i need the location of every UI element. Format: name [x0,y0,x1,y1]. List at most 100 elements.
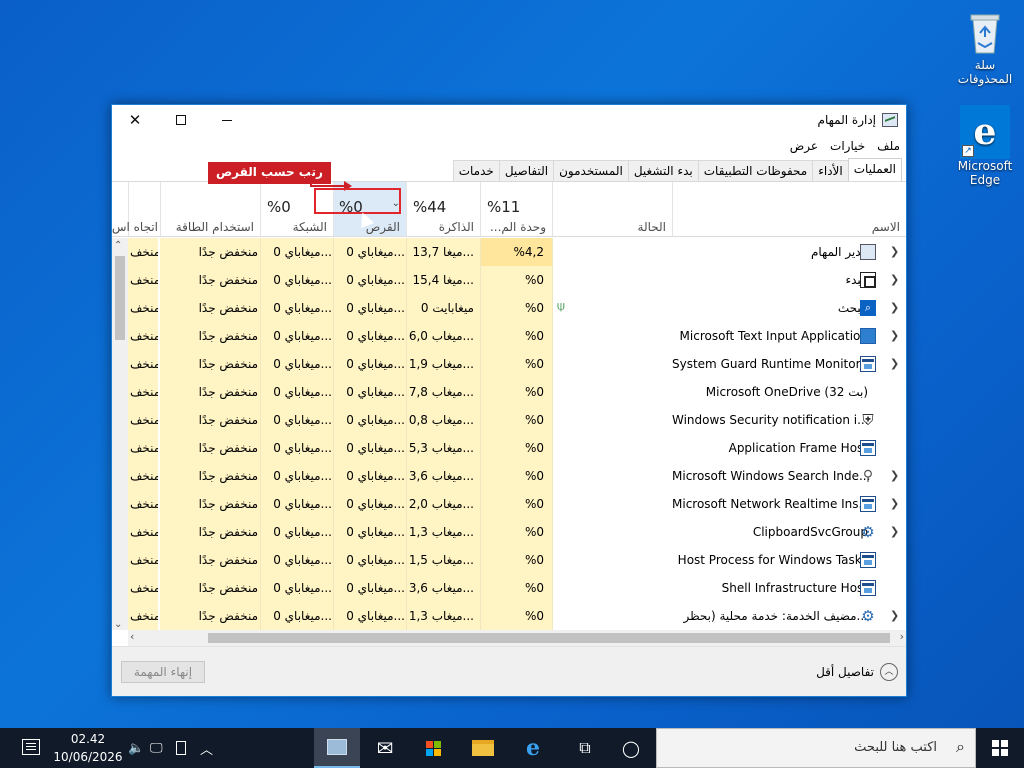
chevron-up-icon: ︿ [880,663,898,681]
table-row[interactable]: منخف منخفض جدًا 0 ميغاباي... 0 ميغاباي... 1,… [112,518,906,546]
close-button[interactable]: ✕ [112,105,158,135]
input-indicator[interactable] [4,728,20,768]
network-cell: 0 ميغاباي... [260,266,334,294]
clock[interactable]: 02.42 10/06/2026 [52,730,124,766]
tab-app-history[interactable]: محفوظات التطبيقات [697,160,814,182]
process-name: البحث [837,301,868,315]
col-power[interactable]: استخدام الطاقة [160,182,260,236]
tab-startup[interactable]: بدء التشغيل [627,160,699,182]
disk-cell: 0 ميغاباي... [333,574,407,602]
table-row[interactable]: منخف منخفض جدًا 0 ميغاباي... 0 ميغاباي... 1,… [112,350,906,378]
search-icon: ⌕ [860,300,876,316]
network-tray[interactable]: 🖵 [150,728,163,768]
start-button[interactable] [976,728,1024,768]
suspended-leaf-icon: ⍦ [557,299,565,314]
tab-processes[interactable]: العمليات [847,158,902,182]
power-cell: منخفض جدًا [160,462,260,490]
network-cell: 0 ميغاباي... [260,378,334,406]
task-view-button[interactable]: ⧉ [562,728,608,768]
power-trend-cell: منخف [128,294,158,322]
scroll-down-icon[interactable]: ⌄ [114,619,122,630]
expand-chevron-icon[interactable]: ❯ [890,266,899,294]
expand-chevron-icon[interactable]: ❯ [890,238,899,266]
expand-chevron-icon[interactable]: ❯ [890,350,899,378]
process-name: مدير المهام [810,245,868,259]
app-icon [860,580,876,596]
vertical-scrollbar[interactable]: ⌃ ⌄ [112,238,128,630]
col-cpu[interactable]: %11 وحدة الم... [480,182,552,236]
memory-cell: 2,0 ميغاب... [406,490,480,518]
taskbar-search-box[interactable]: ⌕ اكتب هنا للبحث [656,728,976,768]
col-status[interactable]: الحالة [552,182,672,236]
vertical-scroll-thumb[interactable] [115,256,125,340]
edge-shortcut[interactable]: e ↗ Microsoft Edge [950,105,1020,187]
horizontal-scroll-thumb[interactable] [208,633,890,643]
expand-chevron-icon[interactable]: ❯ [890,462,899,490]
table-row[interactable]: منخف منخفض جدًا 0 ميغاباي... 0 ميغاباي... 1,… [112,602,906,630]
col-divider [260,238,261,630]
table-row[interactable]: منخف منخفض جدًا 0 ميغاباي... 0 ميغاباي... 3,… [112,574,906,602]
memory-cell: 6,0 ميغاب... [406,322,480,350]
col-memory[interactable]: %44 الذاكرة [406,182,480,236]
tab-performance[interactable]: الأداء [812,160,849,182]
process-name: Host Process for Windows Tasks [677,553,868,567]
cortana-button[interactable]: ◯ [608,728,654,768]
expand-chevron-icon[interactable]: ❯ [890,294,899,322]
horizontal-scrollbar[interactable]: ‹ › [128,630,906,646]
power-trend-cell: منخف [128,462,158,490]
col-name[interactable]: الاسم [672,182,906,236]
power-cell: منخفض جدًا [160,602,260,630]
process-name: Microsoft OneDrive (32 بت) [705,385,868,399]
status-cell [552,602,672,630]
table-row[interactable]: منخف منخفض جدًا 0 ميغاباي... 0 ميغاباي... 2,… [112,490,906,518]
edge-taskbar-button[interactable]: e [510,728,556,768]
highlight-box [314,188,401,214]
task-manager-taskbar-button[interactable] [314,728,360,768]
expand-chevron-icon[interactable]: ❯ [890,602,899,630]
tab-details[interactable]: التفاصيل [498,160,555,182]
memory-cell: 5,3 ميغاب... [406,434,480,462]
table-row[interactable]: منخف منخفض جدًا 0 ميغاباي... 0 ميغاباي... 15… [112,266,906,294]
end-task-button[interactable]: إنهاء المهمة [121,661,205,683]
scroll-right-icon[interactable]: › [900,630,904,643]
table-row[interactable]: منخف منخفض جدًا 0 ميغاباي... 0 ميغاباي... 1,… [112,546,906,574]
mail-button[interactable]: ✉ [362,728,408,768]
app-icon [860,356,876,372]
expand-chevron-icon[interactable]: ❯ [890,322,899,350]
expand-chevron-icon[interactable]: ❯ [890,490,899,518]
table-row[interactable]: منخف منخفض جدًا 0 ميغاباي... 0 ميغاباي... 0,… [112,406,906,434]
memory-cell: 3,6 ميغاب... [406,574,480,602]
status-cell [552,350,672,378]
table-row[interactable]: منخف منخفض جدًا 0 ميغاباي... 0 ميغاباي... 13… [112,238,906,266]
minimize-button[interactable] [204,105,250,135]
table-row[interactable]: منخف منخفض جدًا 0 ميغاباي... 0 ميغاباي... 7,… [112,378,906,406]
file-explorer-button[interactable] [460,728,506,768]
table-row[interactable]: منخف منخفض جدًا 0 ميغاباي... 0 ميغاباي... 3,… [112,462,906,490]
battery-icon [176,741,186,755]
volume-tray[interactable]: 🔈 [128,728,144,768]
action-center-icon[interactable] [22,739,40,755]
tab-users[interactable]: المستخدمون [553,160,629,182]
menu-file[interactable]: ملف [877,137,900,157]
cpu-cell: %0 [480,294,552,322]
store-button[interactable] [410,728,456,768]
scroll-up-icon[interactable]: ⌃ [114,240,122,251]
menu-view[interactable]: عرض [790,137,818,157]
scroll-left-icon[interactable]: ‹ [130,630,134,643]
title-bar[interactable]: ✕ إدارة المهام [112,105,906,137]
show-hidden-icons[interactable]: ︿ [200,728,213,768]
table-row[interactable]: منخف منخفض جدًا 0 ميغاباي... 0 ميغاباي... 6,… [112,322,906,350]
maximize-button[interactable] [158,105,204,135]
col-cpu-label: وحدة الم... [489,220,546,234]
task-manager-icon [882,113,898,127]
col-power-trend[interactable]: اتجاه اس [112,182,160,236]
menu-options[interactable]: خيارات [830,137,865,157]
tab-services[interactable]: خدمات [452,160,500,182]
recycle-bin-shortcut[interactable]: سلة المحذوفات [950,8,1020,86]
battery-tray[interactable] [176,728,186,768]
expand-chevron-icon[interactable]: ❯ [890,518,899,546]
fewer-details-toggle[interactable]: ︿ تفاصيل أقل [816,663,898,681]
table-row[interactable]: منخف منخفض جدًا 0 ميغاباي... 0 ميغاباي... 0 … [112,294,906,322]
table-row[interactable]: منخف منخفض جدًا 0 ميغاباي... 0 ميغاباي... 5,… [112,434,906,462]
process-name: Microsoft Text Input Application [679,329,868,343]
